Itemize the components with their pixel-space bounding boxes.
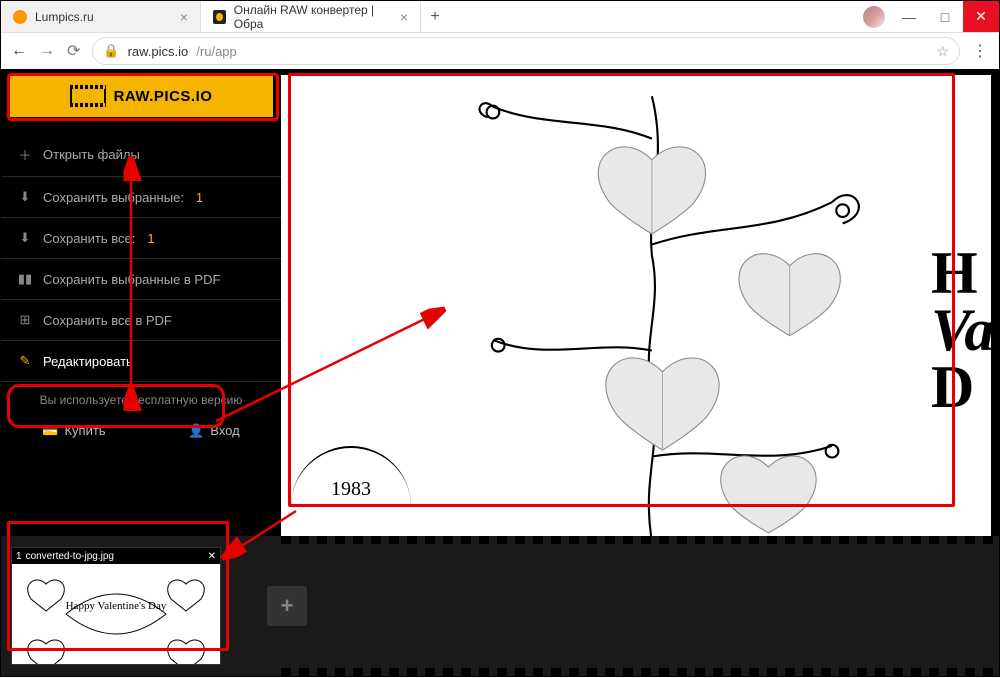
annotation-arrows: [1, 1, 1000, 678]
window-frame: Lumpics.ru × Онлайн RAW конвертер | Обра…: [0, 0, 1000, 677]
